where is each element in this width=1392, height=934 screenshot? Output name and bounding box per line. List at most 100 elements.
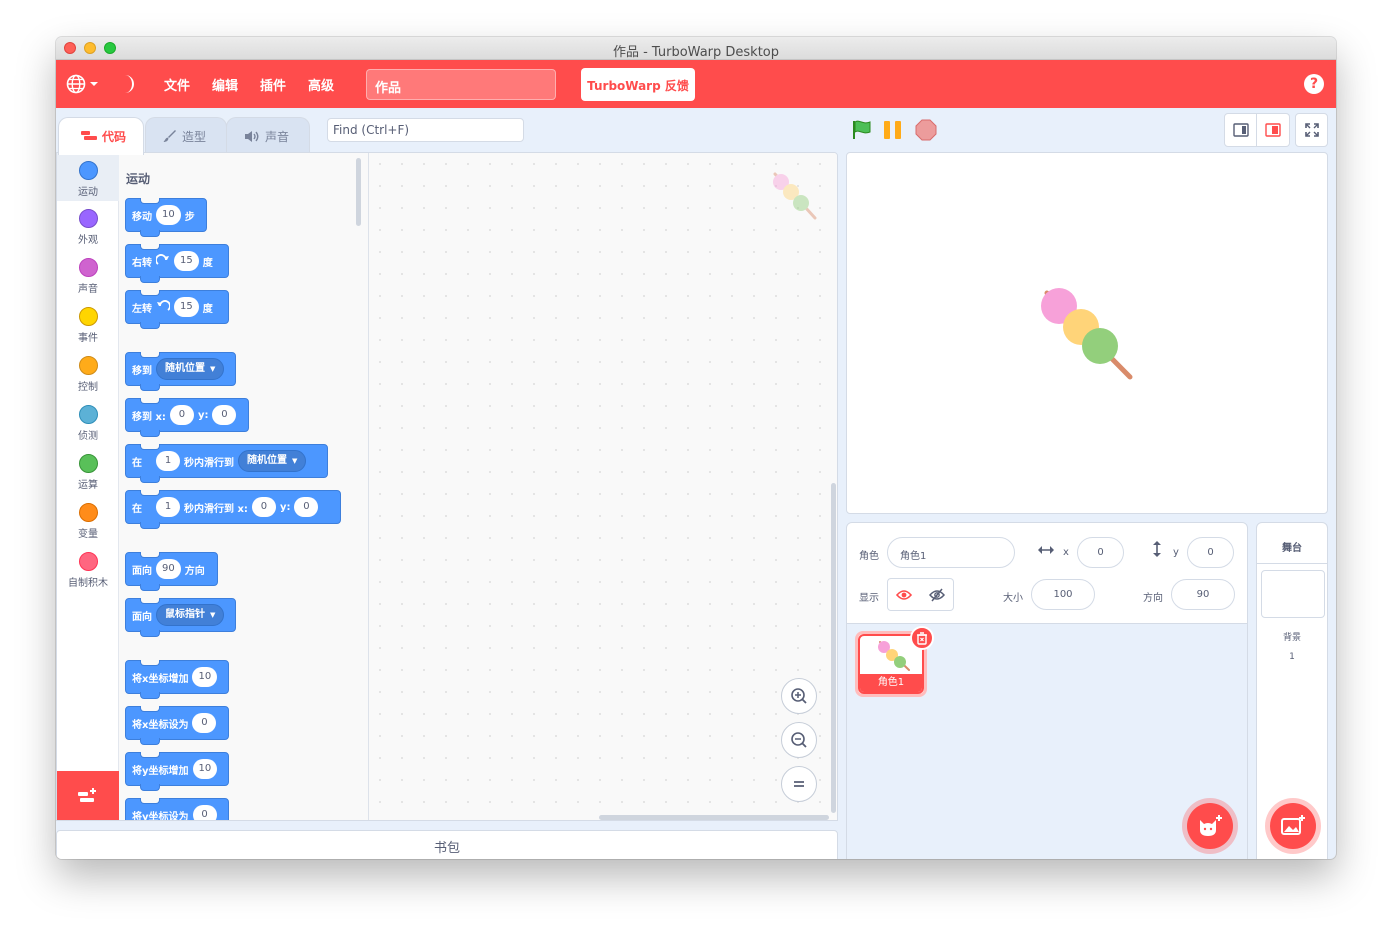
- eye-slash-icon: [928, 588, 945, 601]
- direction-input[interactable]: 90: [1171, 579, 1235, 610]
- category-operators[interactable]: 运算: [57, 447, 119, 495]
- block-number-input[interactable]: 0: [251, 497, 276, 517]
- choose-backdrop-button[interactable]: [1270, 803, 1316, 849]
- block-number-input[interactable]: 0: [294, 497, 319, 517]
- eye-icon: [896, 589, 912, 600]
- tab-sounds[interactable]: 声音: [226, 117, 310, 153]
- trash-icon: [917, 631, 927, 645]
- block-goto-xy[interactable]: 移到 x: 0 y: 0: [125, 398, 249, 437]
- stage-selector[interactable]: 舞台 背景 1: [1256, 522, 1328, 859]
- sprite-thumbnail: [876, 639, 912, 676]
- block-number-input[interactable]: 10: [156, 205, 181, 225]
- stage-sprite[interactable]: [1037, 285, 1137, 388]
- delete-sprite-button[interactable]: [910, 626, 934, 650]
- large-stage-button[interactable]: [1257, 113, 1290, 147]
- size-input[interactable]: 100: [1031, 579, 1095, 610]
- category-control[interactable]: 控制: [57, 349, 119, 397]
- block-text: 秒内滑行到: [184, 457, 234, 469]
- block-dropdown[interactable]: 随机位置 ▼: [156, 358, 225, 380]
- block-dropdown[interactable]: 随机位置 ▼: [238, 450, 307, 472]
- block-goto[interactable]: 移到 随机位置 ▼: [125, 352, 236, 391]
- category-dot-icon: [78, 161, 98, 180]
- menu-advanced[interactable]: 高级: [308, 75, 334, 94]
- block-turn-right[interactable]: 右转 15 度: [125, 244, 229, 283]
- category-events[interactable]: 事件: [57, 300, 119, 348]
- x-label: x: [1063, 547, 1069, 558]
- script-workspace[interactable]: [369, 153, 837, 820]
- hide-sprite-button[interactable]: [920, 578, 954, 611]
- stage-thumbnail[interactable]: [1261, 570, 1325, 618]
- menu-addons[interactable]: 插件: [260, 75, 286, 94]
- project-title-input[interactable]: 作品: [366, 69, 556, 100]
- category-menu: 运动 外观 声音 事件 控制 侦测 运算 变量 自制积木: [57, 153, 119, 771]
- category-sound[interactable]: 声音: [57, 251, 119, 299]
- block-set-x[interactable]: 将x坐标设为 0: [125, 706, 229, 745]
- category-variables[interactable]: 变量: [57, 496, 119, 544]
- stage-title: 舞台: [1282, 543, 1302, 554]
- workspace-horizontal-scrollbar[interactable]: [599, 815, 829, 820]
- pause-button[interactable]: [882, 119, 904, 144]
- x-input[interactable]: 0: [1077, 537, 1124, 568]
- tab-costumes[interactable]: 造型: [145, 117, 227, 153]
- menu-edit[interactable]: 编辑: [212, 75, 238, 94]
- block-number-input[interactable]: 15: [174, 297, 199, 317]
- zoom-reset-button[interactable]: [781, 766, 817, 802]
- block-number-input[interactable]: 0: [192, 805, 217, 820]
- block-number-input[interactable]: 15: [174, 251, 199, 271]
- backpack-bar[interactable]: 书包: [56, 830, 838, 859]
- stage-divider: [1257, 563, 1327, 564]
- category-sensing[interactable]: 侦测: [57, 398, 119, 446]
- vertical-arrows-icon: [1151, 540, 1163, 561]
- block-number-input[interactable]: 10: [192, 667, 218, 687]
- category-label: 自制积木: [68, 578, 108, 589]
- language-menu-button[interactable]: [66, 72, 102, 96]
- stop-button[interactable]: [915, 119, 937, 144]
- brush-icon: [163, 129, 177, 146]
- tab-code[interactable]: 代码: [58, 117, 144, 155]
- choose-sprite-button[interactable]: [1187, 803, 1233, 849]
- block-number-input[interactable]: 90: [156, 559, 181, 579]
- show-sprite-button[interactable]: [887, 578, 921, 611]
- block-number-input[interactable]: 10: [192, 759, 218, 779]
- block-number-input[interactable]: 0: [212, 405, 237, 425]
- block-change-x[interactable]: 将x坐标增加 10: [125, 660, 229, 699]
- palette-scrollbar[interactable]: [356, 158, 361, 226]
- block-point-towards[interactable]: 面向 鼠标指针 ▼: [125, 598, 236, 637]
- block-number-input[interactable]: 0: [192, 713, 217, 733]
- block-dropdown[interactable]: 鼠标指针 ▼: [156, 604, 225, 626]
- rotate-left-icon: [156, 299, 171, 315]
- block-turn-left[interactable]: 左转 15 度: [125, 290, 229, 329]
- menu-file[interactable]: 文件: [164, 75, 190, 94]
- small-stage-button[interactable]: [1224, 113, 1257, 147]
- add-extension-button[interactable]: [57, 771, 119, 820]
- block-glide-to-xy[interactable]: 在 1 秒内滑行到 x: 0 y: 0: [125, 490, 341, 529]
- block-change-y[interactable]: 将y坐标增加 10: [125, 752, 229, 791]
- sprite-tile[interactable]: 角色1: [855, 626, 934, 697]
- dango-icon: [773, 172, 817, 220]
- feedback-button[interactable]: TurboWarp 反馈: [581, 68, 695, 101]
- block-text: 步: [184, 211, 195, 223]
- category-motion[interactable]: 运动: [57, 153, 119, 201]
- find-input[interactable]: Find (Ctrl+F): [327, 118, 524, 142]
- zoom-in-button[interactable]: [781, 678, 817, 714]
- category-label: 运动: [78, 187, 98, 198]
- block-number-input[interactable]: 0: [169, 405, 194, 425]
- fullscreen-button[interactable]: [1295, 113, 1328, 147]
- y-input[interactable]: 0: [1187, 537, 1234, 568]
- block-move-steps[interactable]: 移动 10 步: [125, 198, 207, 237]
- stage-canvas[interactable]: [846, 152, 1328, 514]
- green-flag-button[interactable]: [851, 119, 873, 144]
- block-set-y[interactable]: 将y坐标设为 0: [125, 798, 229, 820]
- block-number-input[interactable]: 1: [156, 451, 180, 471]
- help-button[interactable]: ?: [1304, 74, 1324, 94]
- category-looks[interactable]: 外观: [57, 202, 119, 250]
- block-glide-to[interactable]: 在 1 秒内滑行到 随机位置 ▼: [125, 444, 328, 483]
- theme-toggle-button[interactable]: [118, 72, 140, 96]
- category-my-blocks[interactable]: 自制积木: [57, 545, 119, 593]
- sprite-name-input[interactable]: 角色1: [887, 537, 1015, 568]
- workspace-vertical-scrollbar[interactable]: [831, 483, 836, 813]
- zoom-out-button[interactable]: [781, 722, 817, 758]
- block-point-in-direction[interactable]: 面向 90 方向: [125, 552, 218, 591]
- block-text: 将x坐标设为: [132, 719, 189, 731]
- block-number-input[interactable]: 1: [156, 497, 180, 517]
